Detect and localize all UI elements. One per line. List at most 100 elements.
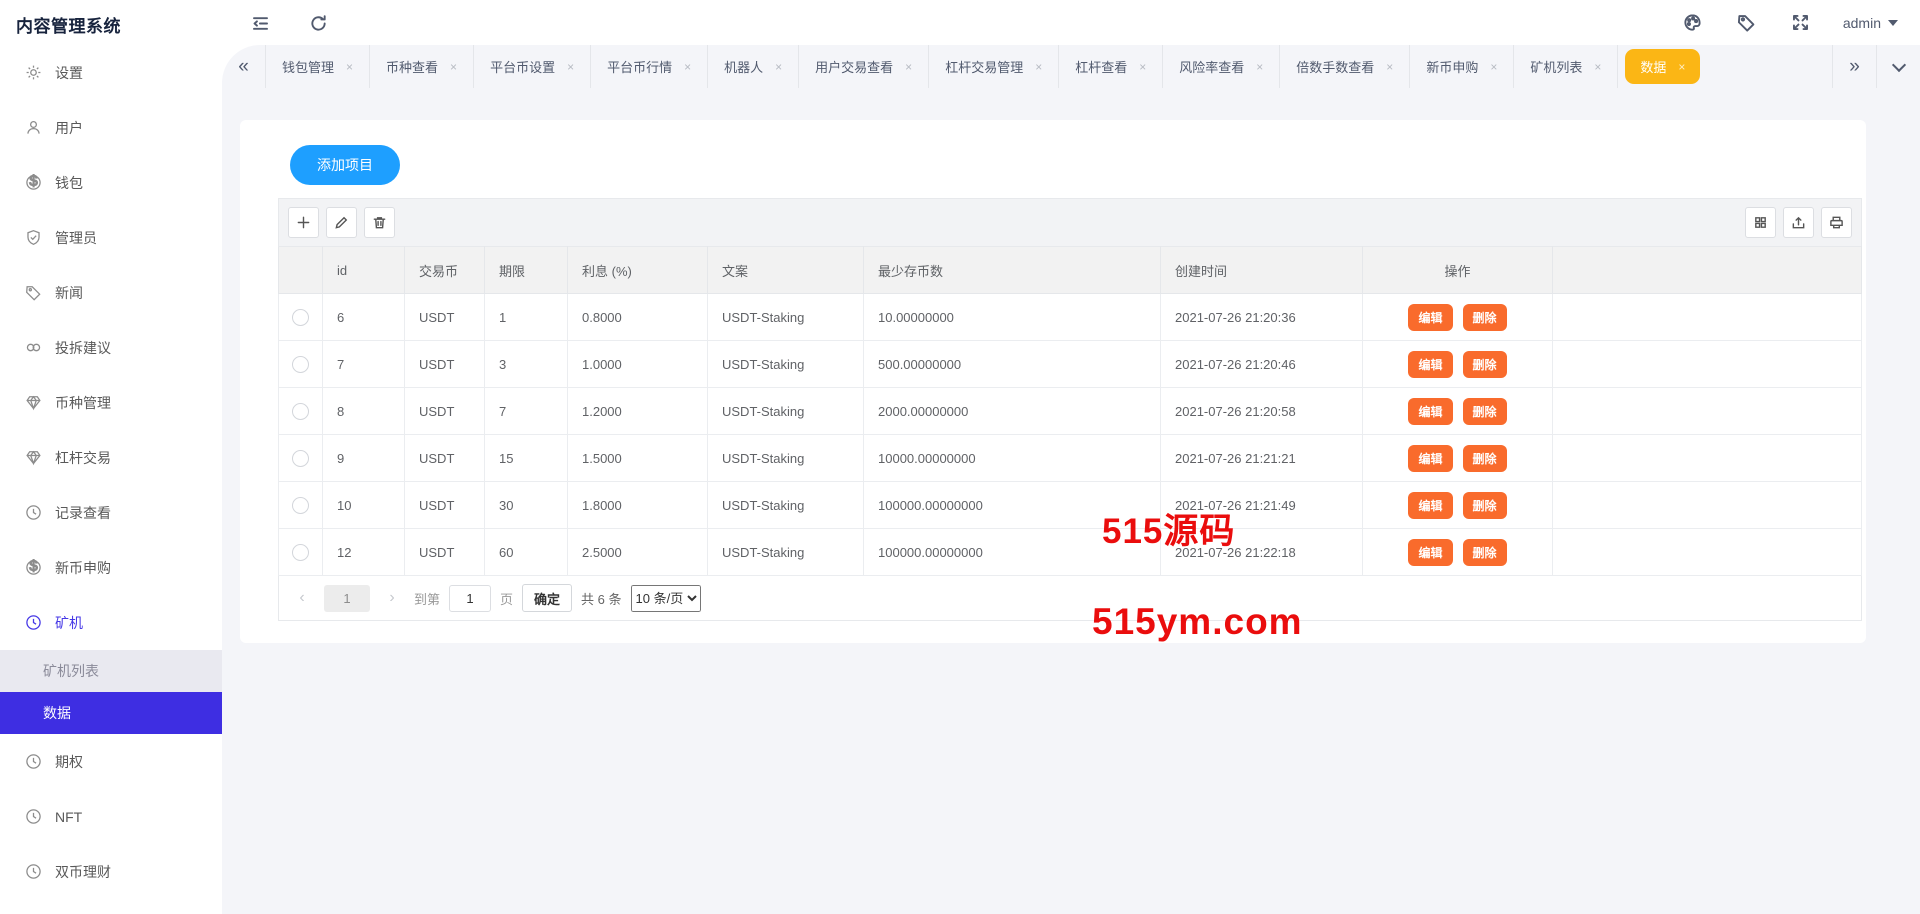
tab-risk-rate-view[interactable]: 风险率查看× — [1163, 45, 1280, 88]
confirm-page-button[interactable]: 确定 — [522, 584, 572, 612]
tab-multiple-lots-view[interactable]: 倍数手数查看 × — [1280, 45, 1410, 88]
close-tab-icon[interactable]: × — [1678, 60, 1685, 74]
sidebar-item-coin-manage[interactable]: 币种管理 — [0, 375, 222, 430]
delete-row-icon[interactable] — [364, 207, 395, 238]
sidebar-item-users[interactable]: 用户 — [0, 100, 222, 155]
close-tab-icon[interactable]: × — [1139, 60, 1146, 74]
fullscreen-icon[interactable] — [1789, 11, 1813, 35]
theme-palette-icon[interactable] — [1681, 11, 1705, 35]
cell-coin: USDT — [405, 294, 485, 341]
close-tab-icon[interactable]: × — [1035, 60, 1042, 74]
export-icon[interactable] — [1783, 207, 1814, 238]
sidebar-item-new-coin[interactable]: 新币申购 — [0, 540, 222, 595]
sidebar-item-dual-finance[interactable]: 双币理财 — [0, 844, 222, 899]
sidebar-item-label: 矿机列表 — [43, 661, 99, 681]
delete-button[interactable]: 删除 — [1463, 445, 1507, 472]
sidebar-item-options[interactable]: 期权 — [0, 734, 222, 789]
refresh-icon[interactable] — [306, 11, 330, 35]
tab-robot[interactable]: 机器人× — [708, 45, 799, 88]
cell-copy: USDT-Staking — [708, 388, 864, 435]
edit-button[interactable]: 编辑 — [1408, 304, 1452, 331]
tab-wallet-manage[interactable]: 钱包管理 × — [266, 45, 370, 88]
close-tab-icon[interactable]: × — [684, 60, 691, 74]
edit-button[interactable]: 编辑 — [1408, 539, 1452, 566]
tab-leverage-trade-manage[interactable]: 杠杆交易管理× — [929, 45, 1059, 88]
delete-button[interactable]: 删除 — [1463, 539, 1507, 566]
edit-button[interactable]: 编辑 — [1408, 492, 1452, 519]
delete-button[interactable]: 删除 — [1463, 304, 1507, 331]
close-tab-icon[interactable]: × — [1594, 60, 1601, 74]
sidebar-item-admins[interactable]: 管理员 — [0, 210, 222, 265]
current-page-button[interactable]: 1 — [324, 585, 370, 612]
tag-icon[interactable] — [1735, 11, 1759, 35]
close-tab-icon[interactable]: × — [775, 60, 782, 74]
delete-button[interactable]: 删除 — [1463, 351, 1507, 378]
sidebar-item-settings[interactable]: 设置 — [0, 45, 222, 100]
tab-miner-data[interactable]: 数据× — [1625, 49, 1700, 84]
close-tab-icon[interactable]: × — [905, 60, 912, 74]
tabs-dropdown-icon[interactable] — [1876, 45, 1920, 88]
tab-new-coin-subscribe[interactable]: 新币申购× — [1410, 45, 1514, 88]
close-tab-icon[interactable]: × — [1256, 60, 1263, 74]
add-item-button[interactable]: 添加项目 — [290, 145, 400, 185]
tab-leverage-view[interactable]: 杠杆查看× — [1059, 45, 1163, 88]
sidebar-item-label: 用户 — [55, 118, 83, 138]
edit-button[interactable]: 编辑 — [1408, 351, 1452, 378]
delete-button[interactable]: 删除 — [1463, 398, 1507, 425]
tab-coin-view[interactable]: 币种查看× — [370, 45, 474, 88]
tab-label: 钱包管理 — [282, 57, 334, 76]
cell-period: 15 — [485, 435, 568, 482]
spacer-cell — [1553, 482, 1862, 529]
radio-cell — [279, 388, 323, 435]
add-row-icon[interactable] — [288, 207, 319, 238]
print-icon[interactable] — [1821, 207, 1852, 238]
close-tab-icon[interactable]: × — [1386, 60, 1393, 74]
tab-label: 倍数手数查看 — [1296, 57, 1374, 76]
sidebar-item-leverage[interactable]: 杠杆交易 — [0, 430, 222, 485]
sidebar-item-nft[interactable]: NFT — [0, 789, 222, 844]
sidebar-item-miner[interactable]: 矿机 — [0, 595, 222, 650]
row-radio-button[interactable] — [292, 497, 309, 514]
cell-copy: USDT-Staking — [708, 482, 864, 529]
sidebar-item-label: NFT — [55, 809, 82, 825]
row-radio-button[interactable] — [292, 403, 309, 420]
page-size-select[interactable]: 10 条/页 — [631, 585, 701, 612]
row-radio-button[interactable] — [292, 544, 309, 561]
sidebar-item-wallet[interactable]: 钱包 — [0, 155, 222, 210]
close-tab-icon[interactable]: × — [450, 60, 457, 74]
spacer-cell — [1553, 388, 1862, 435]
prev-page-icon[interactable]: ‹ — [289, 589, 315, 607]
next-page-icon[interactable]: › — [379, 589, 405, 607]
row-radio-button[interactable] — [292, 450, 309, 467]
tab-platform-coin-settings[interactable]: 平台币设置× — [474, 45, 591, 88]
tab-miner-list[interactable]: 矿机列表× — [1514, 45, 1618, 88]
edit-button[interactable]: 编辑 — [1408, 445, 1452, 472]
row-radio-button[interactable] — [292, 356, 309, 373]
page-number-input[interactable] — [449, 585, 491, 612]
sidebar-item-feedback[interactable]: 投拆建议 — [0, 320, 222, 375]
sidebar-subitem-miner-list[interactable]: 矿机列表 — [0, 650, 222, 692]
sidebar-subitem-miner-data[interactable]: 数据 — [0, 692, 222, 734]
tab-platform-coin-market[interactable]: 平台币行情× — [591, 45, 708, 88]
close-tab-icon[interactable]: × — [1490, 60, 1497, 74]
tabs-overflow-icon[interactable]: » — [1832, 45, 1876, 88]
close-tab-icon[interactable]: × — [346, 60, 353, 74]
total-count-label: 共 6 条 — [581, 589, 621, 608]
edit-button[interactable]: 编辑 — [1408, 398, 1452, 425]
tabs-scroll-left-icon[interactable]: « — [222, 45, 266, 88]
sidebar-item-records[interactable]: 记录查看 — [0, 485, 222, 540]
delete-button[interactable]: 删除 — [1463, 492, 1507, 519]
columns-icon[interactable] — [1745, 207, 1776, 238]
select-all-header-cell — [279, 247, 323, 294]
cell-interest: 1.5000 — [568, 435, 708, 482]
tab-user-trade-view[interactable]: 用户交易查看× — [799, 45, 929, 88]
row-radio-button[interactable] — [292, 309, 309, 326]
edit-row-icon[interactable] — [326, 207, 357, 238]
cell-id: 7 — [323, 341, 405, 388]
link-icon — [25, 339, 42, 356]
user-menu[interactable]: admin — [1843, 15, 1898, 31]
sidebar-item-news[interactable]: 新闻 — [0, 265, 222, 320]
actions-cell: 编辑删除 — [1363, 482, 1553, 529]
close-tab-icon[interactable]: × — [567, 60, 574, 74]
collapse-menu-icon[interactable] — [248, 11, 272, 35]
